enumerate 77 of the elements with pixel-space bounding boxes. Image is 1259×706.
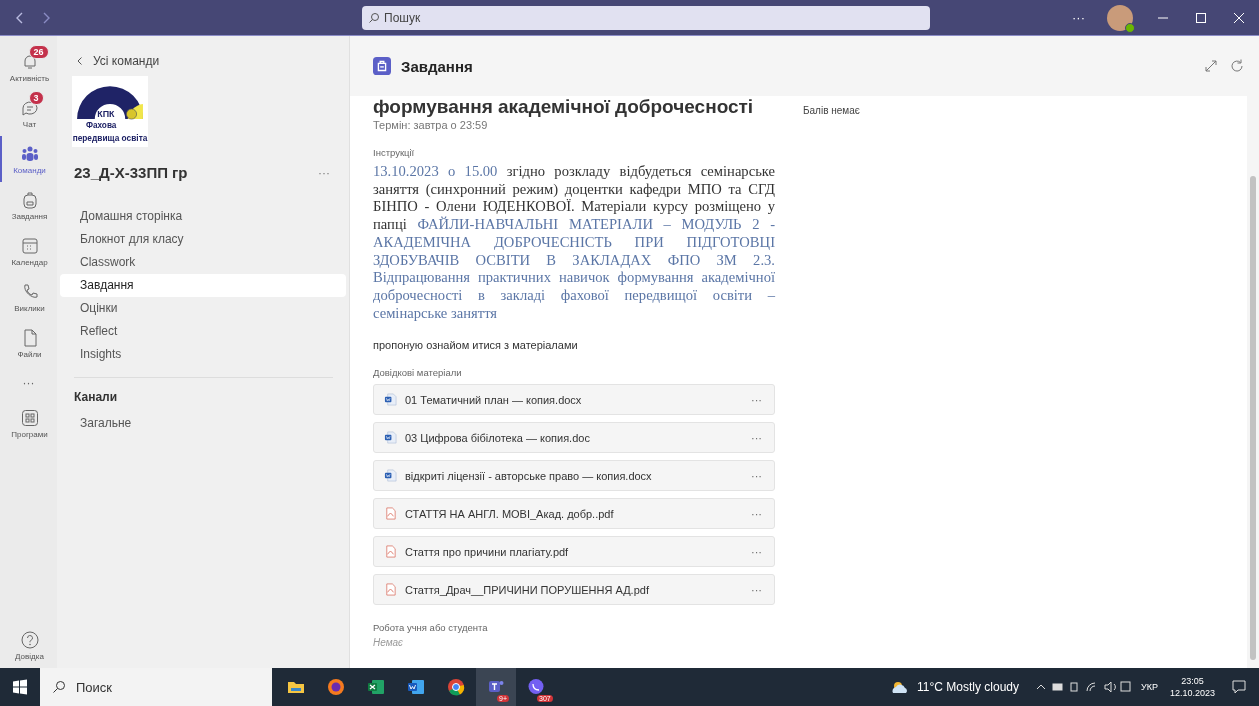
help-button[interactable]: Довідка [0,622,57,668]
nav-item[interactable]: Оцінки [60,297,346,320]
pdf-document-icon [384,545,397,559]
rail-item[interactable]: Завдання [0,182,57,228]
pdf-document-icon [384,583,397,597]
word-document-icon [384,393,397,407]
notification-badge: 26 [28,44,49,59]
more-apps-button[interactable]: ··· [0,366,57,400]
attachment-item[interactable]: Стаття_Драч__ПРИЧИНИ ПОРУШЕННЯ АД.pdf ··· [373,574,775,606]
calendar-icon [19,235,40,256]
word-document-icon [384,469,397,483]
all-teams-link[interactable]: Усі команди [75,54,160,68]
windows-start-icon[interactable] [12,679,28,695]
assignment-title: формування академічної доброчесності [373,96,755,118]
word-processor-icon [406,677,426,697]
rail-item[interactable]: Календар [0,228,57,274]
chevron-left-icon [75,56,85,66]
attachment-item[interactable]: відкриті ліцензії - авторське право — копия.docx ··· [373,460,775,492]
notification-badge: 3 [28,90,44,105]
rail-item[interactable]: Виклики [0,274,57,320]
refresh-icon[interactable] [1229,58,1245,74]
nav-item[interactable]: Classwork [60,251,346,274]
search-field[interactable]: Пошук [362,5,930,30]
attachment-item[interactable]: 01 Тематичний план — копия.docx ··· [373,384,775,416]
section-label: Робота учня або студента [373,622,489,634]
system-tray-icons-drawing[interactable] [1035,680,1131,694]
expand-icon[interactable] [1203,58,1219,74]
channels-heading: Канали [74,390,118,404]
nav-item[interactable]: Домашня сторінка [60,205,346,228]
help-icon [19,629,40,650]
pdf-document-icon [384,507,397,521]
attachment-item[interactable]: СТАТТЯ НА АНГЛ. МОВІ_Акад. добр..pdf ··· [373,498,775,530]
more-options-button[interactable]: ··· [751,507,762,520]
student-work-value: Немає [373,637,405,649]
language-indicator[interactable]: УКР [1141,682,1158,692]
backpack-icon [373,57,391,75]
search-icon [52,680,66,694]
apps-grid-icon [19,407,40,428]
rail-item[interactable]: Файли [0,320,57,366]
firefox-icon [326,677,346,697]
weather-text[interactable]: 11°C Mostly cloudy [917,680,1019,694]
page-title: Завдання [401,57,473,75]
notifications-icon[interactable] [1231,679,1247,695]
spreadsheet-icon [366,677,386,697]
rail-item[interactable]: 26 Активність [0,44,57,90]
avatar[interactable] [1107,4,1133,31]
nav-item[interactable]: Завдання [60,274,346,297]
apps-button[interactable]: Програми [0,400,57,446]
due-date: Термін: завтра о 23:59 [373,119,489,131]
search-icon [368,11,380,24]
viber-icon [526,677,546,697]
attachment-item[interactable]: Стаття про причини плагіату.pdf ··· [373,536,775,568]
more-options-button[interactable]: ··· [751,469,762,482]
clock-date[interactable]: 12.10.2023 [1169,687,1215,699]
more-options-button[interactable]: ··· [751,545,762,558]
points-text: Балів немає [803,105,860,118]
more-options-button[interactable]: ··· [318,165,330,180]
nav-item[interactable]: Блокнот для класу [60,228,346,251]
section-label: Інструкції [373,147,416,158]
word-document-icon [384,431,397,445]
instructions-text: 13.10.2023 о 15.00 згідно розкладу відбудеться семінарське заняття (синхронний режим) доцентки кафедри МПО та СГД БІНПО - Олени ЮДЕНКОВОЇ. Матеріали курсу розміщено у папці ФАЙЛИ-НАВЧАЛЬНІ МАТЕРІАЛИ – МОДУЛЬ 2 - АКАДЕМІЧНА ДОБРОЧЕСНІСТЬ ПРИ ПІДГОТОВЦІ ЗДОБУВАЧІВ ОСВІТИ В ЗАКЛАДАХ ФПО ЗМ 2.3. Відпрацювання практичних навичок формування академічної доброчесності в закладі фахової передвищої освіти – семінарське заняття [373,163,775,323]
more-options-button[interactable]: ··· [1072,10,1085,25]
rail-item[interactable]: 3 Чат [0,90,57,136]
more-options-button[interactable]: ··· [751,583,762,596]
chrome-icon [446,677,466,697]
team-logo: КПК Фахова передвища освіта [72,76,148,147]
channel-item[interactable]: Загальне [60,412,346,435]
nav-item[interactable]: Reflect [60,320,346,343]
more-options-button[interactable]: ··· [751,431,762,444]
section-label: Довідкові матеріали [373,367,463,379]
search-field[interactable]: Поиск [40,668,272,706]
more-options-button[interactable]: ··· [751,393,762,406]
attachment-item[interactable]: 03 Цифрова бібілотека — копия.doc ··· [373,422,775,454]
clock-time[interactable]: 23:05 [1181,675,1204,687]
nav-item[interactable]: Insights [60,343,346,366]
team-name: 23_Д-Х-33ПП гр [74,164,188,181]
note-text: пропоную ознайом итися з матеріалами [373,339,579,352]
